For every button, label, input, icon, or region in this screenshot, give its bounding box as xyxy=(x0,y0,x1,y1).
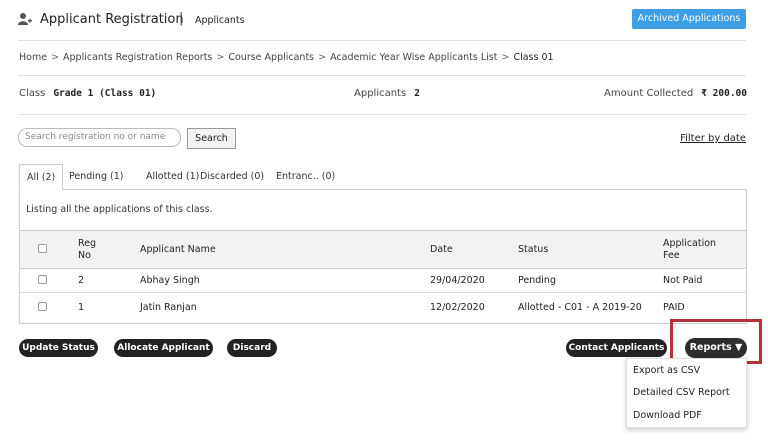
applications-panel: Listing all the applications of this cla… xyxy=(19,190,747,324)
status-tabs: All (2) Pending (1) Allotted (1) Discard… xyxy=(19,164,747,190)
divider xyxy=(18,114,746,115)
select-all-checkbox[interactable] xyxy=(38,243,47,253)
tab-pending[interactable]: Pending (1) xyxy=(69,164,123,190)
breadcrumb-separator: > xyxy=(501,52,510,63)
applications-table: Reg No Applicant Name Date Status Applic… xyxy=(20,230,746,323)
table-header-row: Reg No Applicant Name Date Status Applic… xyxy=(20,230,746,269)
class-label: Class xyxy=(19,88,46,99)
menu-download-pdf[interactable]: Download PDF xyxy=(633,410,702,421)
breadcrumb: Home > Applicants Registration Reports > Cou… xyxy=(19,52,554,63)
breadcrumb-separator: > xyxy=(51,52,60,63)
cell-fee: Not Paid xyxy=(663,268,746,293)
header-application-fee: Application Fee xyxy=(663,230,746,269)
amount-label: Amount Collected xyxy=(604,88,694,99)
applicants-label: Applicants xyxy=(354,88,407,99)
tab-entrance[interactable]: Entranc.. (0) xyxy=(276,164,335,190)
page-title: Applicant Registration xyxy=(40,12,184,27)
user-add-icon xyxy=(18,13,32,25)
header-applicant-name: Applicant Name xyxy=(140,230,430,269)
cell-applicant-name: Abhay Singh xyxy=(140,268,430,293)
applicants-value: 2 xyxy=(414,88,420,99)
menu-detailed-csv-report[interactable]: Detailed CSV Report xyxy=(633,387,730,398)
breadcrumb-course-applicants[interactable]: Course Applicants xyxy=(228,52,314,63)
tab-allotted[interactable]: Allotted (1) xyxy=(146,164,199,190)
update-status-button[interactable]: Update Status xyxy=(19,339,98,357)
menu-export-csv[interactable]: Export as CSV xyxy=(633,365,700,376)
filter-by-date-link[interactable]: Filter by date xyxy=(680,133,746,144)
search-button[interactable]: Search xyxy=(187,128,236,149)
tab-discarded[interactable]: Discarded (0) xyxy=(200,164,264,190)
breadcrumb-separator: > xyxy=(318,52,327,63)
search-input[interactable]: Search registration no or name xyxy=(18,128,181,147)
breadcrumb-reports[interactable]: Applicants Registration Reports xyxy=(63,52,212,63)
amount-value: ₹ 200.00 xyxy=(701,88,747,99)
archived-applications-button[interactable]: Archived Applications xyxy=(632,9,746,29)
page-subtitle: Applicants xyxy=(195,15,245,26)
cell-date: 12/02/2020 xyxy=(430,302,485,314)
breadcrumb-home[interactable]: Home xyxy=(19,52,47,63)
tab-all[interactable]: All (2) xyxy=(19,164,64,190)
cell-reg-no: 2 xyxy=(78,268,140,293)
header-reg-no: Reg No xyxy=(78,230,140,269)
row-checkbox[interactable] xyxy=(38,274,47,284)
divider xyxy=(18,75,746,76)
header-status: Status xyxy=(518,230,663,269)
allocate-applicant-button[interactable]: Allocate Applicant xyxy=(114,339,213,357)
cell-status: Allotted - C01 - A 2019-20 xyxy=(518,302,642,314)
title-separator: | xyxy=(179,11,184,26)
cell-date: 29/04/2020 xyxy=(430,268,518,293)
page-header: Applicant Registration | Applicants Arch… xyxy=(18,8,748,34)
header-date: Date xyxy=(430,230,518,269)
reports-dropdown-button[interactable]: Reports ▼ xyxy=(685,338,747,358)
breadcrumb-academic-year[interactable]: Academic Year Wise Applicants List xyxy=(330,52,497,63)
table-row[interactable]: 1 Jatin Ranjan 12/02/2020 Allotted - C01… xyxy=(20,293,746,323)
divider xyxy=(18,40,746,41)
class-info-row: Class Grade 1 (Class 01) Applicants 2 Amou… xyxy=(19,88,747,102)
cell-reg-no: 1 xyxy=(78,302,85,314)
cell-fee: PAID xyxy=(663,302,685,314)
breadcrumb-current: Class 01 xyxy=(513,52,554,63)
class-value: Grade 1 (Class 01) xyxy=(53,88,157,99)
breadcrumb-separator: > xyxy=(216,52,225,63)
listing-note: Listing all the applications of this cla… xyxy=(26,204,213,215)
cell-status: Pending xyxy=(518,268,663,293)
discard-button[interactable]: Discard xyxy=(227,339,277,357)
table-row[interactable]: 2 Abhay Singh 29/04/2020 Pending Not Pai… xyxy=(20,268,746,293)
row-checkbox[interactable] xyxy=(38,301,47,311)
cell-applicant-name: Jatin Ranjan xyxy=(140,302,197,314)
reports-menu: Export as CSV Detailed CSV Report Downlo… xyxy=(626,358,747,428)
contact-applicants-button[interactable]: Contact Applicants xyxy=(566,339,667,357)
